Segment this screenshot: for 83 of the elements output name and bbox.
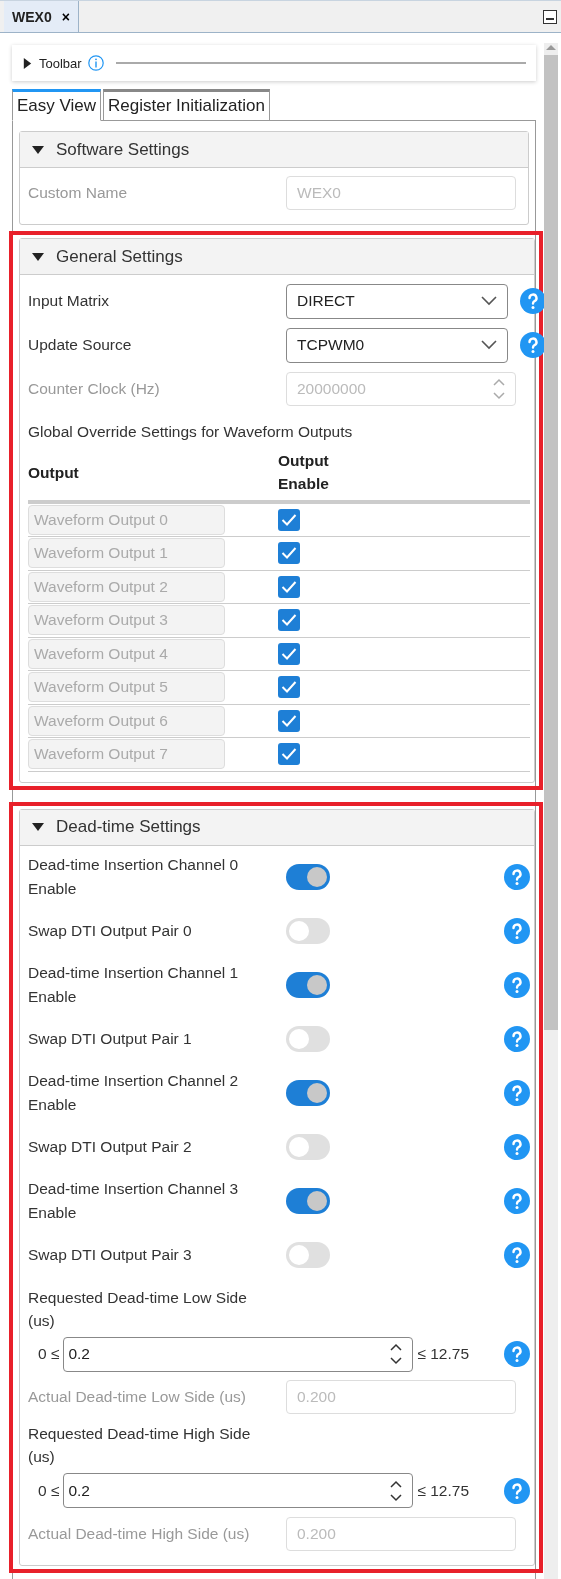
scroll-up-icon[interactable]: [546, 43, 556, 51]
field-label: Actual Dead-time Low Side (us): [28, 1387, 247, 1408]
field-label: Custom Name: [28, 183, 129, 204]
output-name-field: Waveform Output 7: [28, 739, 225, 770]
help-icon[interactable]: [504, 971, 530, 998]
editor-tab[interactable]: WEX0 ×: [4, 1, 79, 32]
section-header[interactable]: Software Settings: [20, 132, 528, 168]
field-label: Update Source: [28, 335, 133, 356]
help-icon[interactable]: [520, 288, 546, 314]
toggle-label: Dead-time Insertion Channel 3 Enable: [28, 1179, 240, 1223]
view-tab[interactable]: Register Initialization: [103, 89, 270, 121]
minimize-icon[interactable]: [543, 9, 557, 24]
checkbox[interactable]: [278, 743, 300, 766]
checkbox[interactable]: [278, 676, 300, 699]
expanded-triangle-icon: [32, 143, 44, 156]
section-header[interactable]: Dead-time Settings: [20, 809, 534, 846]
info-icon[interactable]: [87, 55, 104, 71]
field-label: Input Matrix: [28, 291, 110, 312]
min-bound: 0 ≤: [38, 1481, 60, 1500]
help-icon[interactable]: [504, 863, 530, 890]
help-icon[interactable]: [504, 1477, 530, 1504]
dropdown[interactable]: TCPWM0: [286, 327, 508, 363]
toggle-switch[interactable]: [286, 863, 330, 890]
help-icon[interactable]: [520, 332, 546, 358]
checkbox[interactable]: [278, 508, 300, 531]
max-bound: ≤ 12.75: [417, 1345, 470, 1363]
chevron-down-icon: [481, 296, 497, 306]
field-label: Actual Dead-time High Side (us): [28, 1523, 251, 1544]
toggle-switch[interactable]: [286, 971, 330, 998]
min-bound: 0 ≤: [38, 1345, 60, 1363]
output-name-field: Waveform Output 1: [28, 538, 225, 569]
toggle-label: Swap DTI Output Pair 0: [28, 920, 193, 941]
help-icon[interactable]: [504, 1341, 530, 1367]
column-header: Output Enable: [278, 451, 330, 495]
toggle-switch[interactable]: [286, 1133, 330, 1160]
output-name-field: Waveform Output 5: [28, 672, 225, 703]
help-icon[interactable]: [504, 1133, 530, 1160]
toolbar-toggle[interactable]: Toolbar: [22, 55, 82, 71]
toggle-label: Swap DTI Output Pair 2: [28, 1136, 193, 1157]
checkbox[interactable]: [278, 709, 300, 732]
checkbox[interactable]: [278, 609, 300, 632]
output-name-field: Waveform Output 2: [28, 571, 225, 602]
output-name-field: Waveform Output 6: [28, 705, 225, 736]
field-label: Counter Clock (Hz): [28, 379, 161, 400]
checkbox[interactable]: [278, 542, 300, 565]
number-field[interactable]: 0.2: [63, 1473, 414, 1508]
checkbox[interactable]: [278, 575, 300, 598]
checkbox[interactable]: [278, 642, 300, 665]
toggle-label: Swap DTI Output Pair 3: [28, 1244, 193, 1265]
chevron-down-icon: [481, 340, 497, 350]
toggle-switch[interactable]: [286, 1025, 330, 1052]
view-tab[interactable]: Easy View: [12, 89, 102, 121]
field-label: Requested Dead-time High Side (us): [28, 1424, 252, 1468]
help-icon[interactable]: [504, 1241, 530, 1268]
help-icon[interactable]: [504, 917, 530, 944]
spinner-arrows-icon[interactable]: [390, 1479, 403, 1502]
toggle-switch[interactable]: [286, 917, 330, 944]
help-icon[interactable]: [504, 1025, 530, 1052]
number-field[interactable]: 0.2: [63, 1336, 414, 1372]
collapsed-triangle-icon: [22, 57, 33, 69]
toggle-label: Swap DTI Output Pair 1: [28, 1028, 193, 1049]
toggle-switch[interactable]: [286, 1241, 330, 1268]
close-button[interactable]: ×: [61, 8, 70, 25]
toggle-label: Dead-time Insertion Channel 2 Enable: [28, 1071, 240, 1115]
toggle-switch[interactable]: [286, 1187, 330, 1214]
section-note: Global Override Settings for Waveform Outputs: [28, 422, 354, 442]
scrollbar[interactable]: [544, 43, 558, 1579]
field-label: Requested Dead-time Low Side (us): [28, 1287, 248, 1331]
expanded-triangle-icon: [32, 250, 44, 263]
spinner-arrows-icon[interactable]: [390, 1343, 403, 1365]
column-header: Output: [28, 462, 80, 483]
toggle-label: Dead-time Insertion Channel 1 Enable: [28, 963, 240, 1007]
output-name-field: Waveform Output 3: [28, 605, 225, 636]
toggle-switch[interactable]: [286, 1079, 330, 1106]
output-name-field: Waveform Output 4: [28, 638, 225, 669]
output-name-field: Waveform Output 0: [28, 504, 225, 535]
toggle-label: Dead-time Insertion Channel 0 Enable: [28, 855, 240, 899]
expanded-triangle-icon: [32, 821, 44, 833]
dropdown[interactable]: DIRECT: [286, 283, 508, 319]
help-icon[interactable]: [504, 1079, 530, 1106]
max-bound: ≤ 12.75: [417, 1481, 470, 1500]
help-icon[interactable]: [504, 1187, 530, 1214]
section-header[interactable]: General Settings: [20, 239, 534, 275]
